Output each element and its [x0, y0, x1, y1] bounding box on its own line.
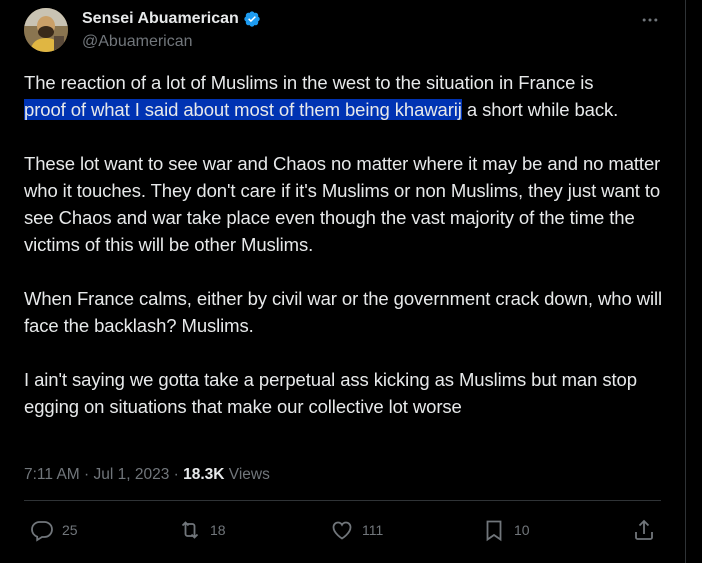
tweet-paragraph-2: These lot want to see war and Chaos no m… [24, 153, 661, 255]
tweet-date[interactable]: Jul 1, 2023 [94, 466, 170, 483]
author-handle[interactable]: @Abuamerican [82, 33, 193, 51]
heart-icon [332, 521, 352, 540]
reply-icon [31, 521, 53, 542]
tweet-text-before-highlight: The reaction of a lot of Muslims in the … [24, 72, 594, 93]
views-label: Views [224, 466, 270, 483]
tweet-text-after-highlight: a short while back. [461, 99, 619, 120]
avatar-image [24, 8, 68, 52]
bookmark-button[interactable]: 10 [482, 518, 530, 542]
highlighted-selection: proof of what I said about most of them … [24, 99, 462, 120]
retweet-icon [181, 521, 199, 539]
views-count: 18.3K [183, 466, 225, 483]
author-display-name[interactable]: Sensei Abuamerican [82, 10, 239, 28]
meta-separator: · [169, 466, 184, 483]
avatar[interactable] [24, 8, 68, 52]
verified-badge-icon [243, 10, 261, 28]
tweet-text: The reaction of a lot of Muslims in the … [24, 69, 664, 447]
tweet-card: Sensei Abuamerican @Abuamerican The reac… [0, 0, 686, 563]
meta-separator: · [79, 466, 94, 483]
bookmark-count: 10 [514, 522, 530, 538]
like-button[interactable]: 111 [330, 518, 383, 542]
reply-button[interactable]: 25 [30, 518, 78, 542]
tweet-paragraph-3: When France calms, either by civil war o… [24, 288, 662, 336]
author-name-row: Sensei Abuamerican [82, 10, 261, 28]
tweet-time[interactable]: 7:11 AM [24, 466, 80, 483]
tweet-paragraph-4: I ain't saying we gotta take a perpetual… [24, 369, 637, 417]
tweet-paragraph-1: The reaction of a lot of Muslims in the … [24, 69, 664, 123]
retweet-button[interactable]: 18 [178, 518, 226, 542]
share-button[interactable] [632, 518, 656, 542]
divider [24, 500, 661, 501]
more-options-icon[interactable] [638, 8, 662, 32]
retweet-count: 18 [210, 522, 226, 538]
reply-count: 25 [62, 522, 78, 538]
bookmark-icon [486, 520, 502, 542]
share-icon [635, 519, 653, 540]
action-bar: 25 18 111 10 [24, 518, 664, 548]
tweet-meta: 7:11 AM · Jul 1, 2023 · 18.3K Views [24, 466, 270, 484]
like-count: 111 [362, 522, 384, 538]
